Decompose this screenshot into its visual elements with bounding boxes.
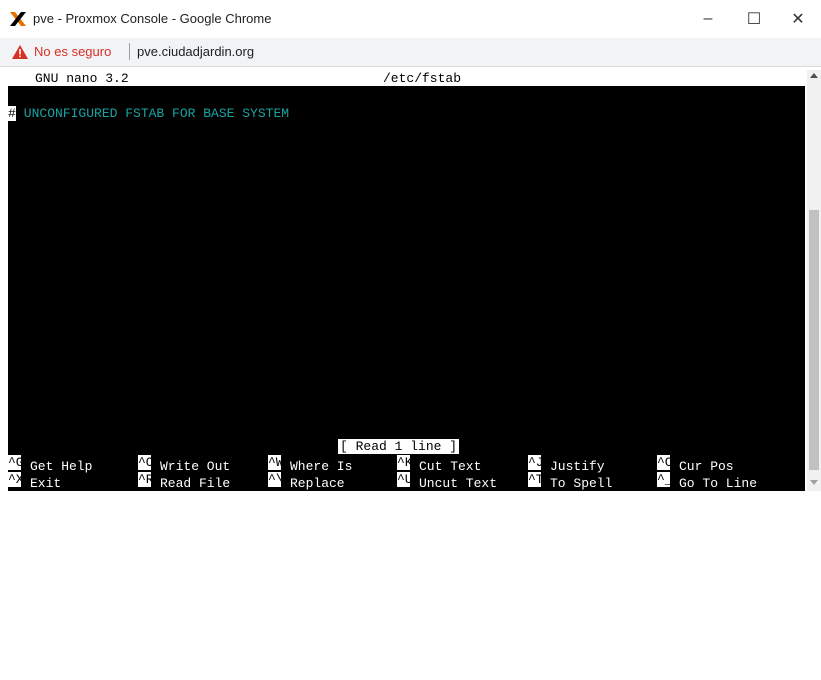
shortcut-label: Exit [30,476,62,491]
shortcut-justify[interactable]: ^J Justify [528,455,605,474]
nano-filename: /etc/fstab [383,71,462,86]
text-cursor: # [8,106,16,121]
shortcut-write-out[interactable]: ^O Write Out [138,455,230,474]
shortcut-key: ^G [8,455,21,470]
shortcut-cur-pos[interactable]: ^C Cur Pos [657,455,734,474]
proxmox-x-icon [10,12,26,26]
nano-version: GNU nano 3.2 [35,71,129,86]
scroll-up-arrow-icon[interactable] [810,73,818,78]
scrollbar-thumb[interactable] [809,210,819,470]
shortcut-key: ^\ [268,472,281,487]
minimize-button[interactable]: – [685,0,731,38]
shortcut-label: To Spell [550,476,613,491]
shortcut-label: Read File [160,476,231,491]
shortcut-cut-text[interactable]: ^K Cut Text [397,455,481,474]
window-title-bar: pve - Proxmox Console - Google Chrome – … [0,0,821,38]
close-button[interactable]: ✕ [775,0,821,38]
scroll-down-arrow-icon[interactable] [810,480,818,485]
shortcut-to-spell[interactable]: ^T To Spell [528,472,612,491]
nano-title-bar: GNU nano 3.2 /etc/fstab [8,70,805,86]
shortcut-label: Uncut Text [419,476,498,491]
shortcut-key: ^W [268,455,281,470]
shortcut-exit[interactable]: ^X Exit [8,472,61,491]
shortcut-key: ^C [657,455,670,470]
shortcut-bar: ^G Get Help ^O Write Out ^W Where Is ^K Cut … [8,455,805,680]
window-title: pve - Proxmox Console - Google Chrome [33,11,272,26]
shortcut-uncut-text[interactable]: ^U Uncut Text [397,472,497,491]
shortcut-key: ^T [528,472,541,487]
shortcut-go-to-line[interactable]: ^_ Go To Line [657,472,757,491]
line-text: UNCONFIGURED FSTAB FOR BASE SYSTEM [16,106,290,121]
shortcut-key: ^X [8,472,21,487]
shortcut-key: ^J [528,455,541,470]
address-bar[interactable]: No es seguro pve.ciudadjardin.org [0,38,821,67]
shortcut-replace[interactable]: ^\ Replace [268,472,345,491]
url-text[interactable]: pve.ciudadjardin.org [137,44,254,59]
editor-line[interactable]: # UNCONFIGURED FSTAB FOR BASE SYSTEM [8,106,289,121]
shortcut-key: ^U [397,472,410,487]
shortcut-label: Replace [290,476,345,491]
shortcut-key: ^_ [657,472,670,487]
vertical-scrollbar[interactable] [807,70,821,491]
shortcut-where-is[interactable]: ^W Where Is [268,455,352,474]
warning-triangle-icon[interactable] [12,45,28,59]
shortcut-key: ^K [397,455,410,470]
maximize-button[interactable]: ☐ [731,0,777,38]
shortcut-key: ^R [138,472,151,487]
shortcut-label: Go To Line [679,476,758,491]
shortcut-get-help[interactable]: ^G Get Help [8,455,92,474]
shortcut-read-file[interactable]: ^R Read File [138,472,230,491]
shortcut-key: ^O [138,455,151,470]
address-separator [129,43,130,60]
not-secure-label[interactable]: No es seguro [34,44,111,59]
status-message: [ Read 1 line ] [338,439,460,454]
terminal-console[interactable]: GNU nano 3.2 /etc/fstab # UNCONFIGURED F… [8,70,805,491]
